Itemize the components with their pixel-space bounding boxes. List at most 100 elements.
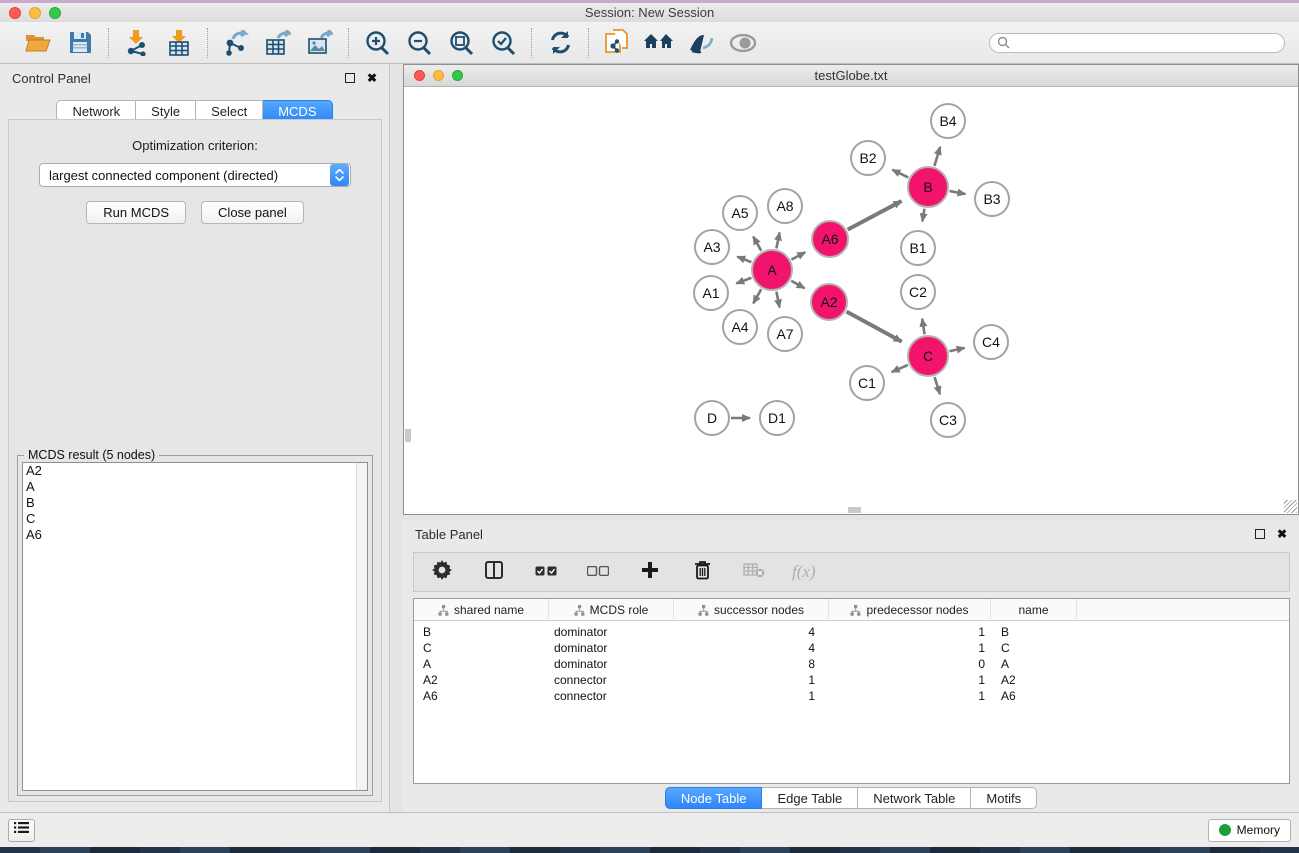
graph-node-A1[interactable]: A1 xyxy=(693,275,729,311)
edge-C-C2[interactable] xyxy=(922,319,924,335)
table-cell[interactable]: connector xyxy=(549,672,674,688)
graph-node-C1[interactable]: C1 xyxy=(849,365,885,401)
minimize-window-button[interactable] xyxy=(29,7,41,19)
result-item[interactable]: C xyxy=(23,511,367,527)
table-cell[interactable]: dominator xyxy=(549,640,674,656)
table-cell[interactable]: 1 xyxy=(674,688,829,704)
select-all-button[interactable] xyxy=(532,558,560,586)
edge-A-A8[interactable] xyxy=(776,232,779,248)
edge-C-C3[interactable] xyxy=(935,377,940,394)
horizontal-scroll-thumb[interactable] xyxy=(848,507,861,513)
graph-node-B2[interactable]: B2 xyxy=(850,140,886,176)
table-cell[interactable]: 1 xyxy=(829,640,991,656)
table-cell[interactable]: connector xyxy=(549,688,674,704)
table-cell[interactable]: A6 xyxy=(414,688,549,704)
result-item[interactable]: A6 xyxy=(23,527,367,543)
graph-node-C3[interactable]: C3 xyxy=(930,402,966,438)
edge-A-A5[interactable] xyxy=(753,237,761,251)
table-cell[interactable]: B xyxy=(414,624,549,640)
tab-node-table[interactable]: Node Table xyxy=(665,787,763,809)
mcds-result-list[interactable]: A2ABCA6 xyxy=(22,462,368,791)
optimization-criterion-select[interactable]: largest connected component (directed) xyxy=(39,163,351,187)
graph-node-B4[interactable]: B4 xyxy=(930,103,966,139)
graph-node-A3[interactable]: A3 xyxy=(694,229,730,265)
graph-node-A[interactable]: A xyxy=(751,249,793,291)
result-item[interactable]: A xyxy=(23,479,367,495)
graph-node-A8[interactable]: A8 xyxy=(767,188,803,224)
export-image-button[interactable] xyxy=(306,29,334,57)
export-table-button[interactable] xyxy=(264,29,292,57)
zoom-selected-button[interactable] xyxy=(489,29,517,57)
apply-style-button[interactable] xyxy=(546,29,574,57)
table-cell[interactable]: 1 xyxy=(674,672,829,688)
edge-A6-B[interactable] xyxy=(848,201,902,230)
table-cell[interactable]: C xyxy=(414,640,549,656)
float-table-panel-icon[interactable] xyxy=(1255,529,1265,539)
column-header-shared-name[interactable]: shared name xyxy=(414,599,549,621)
zoom-window-button[interactable] xyxy=(49,7,61,19)
table-cell[interactable]: A2 xyxy=(414,672,549,688)
delete-table-button[interactable] xyxy=(740,558,768,586)
table-cell[interactable]: dominator xyxy=(549,656,674,672)
graph-node-A2[interactable]: A2 xyxy=(810,283,848,321)
edge-A-A6[interactable] xyxy=(791,252,805,259)
column-header-predecessor-nodes[interactable]: predecessor nodes xyxy=(829,599,991,621)
show-hide-graphics-button[interactable] xyxy=(729,29,757,57)
search-input[interactable] xyxy=(1014,36,1277,50)
column-settings-button[interactable] xyxy=(480,558,508,586)
table-cell[interactable]: 1 xyxy=(829,672,991,688)
close-panel-button[interactable]: Close panel xyxy=(201,201,304,224)
table-row[interactable]: A2connector11A2 xyxy=(414,672,1289,688)
graph-node-A6[interactable]: A6 xyxy=(811,220,849,258)
network-canvas[interactable]: B4B2BB3A5A8A6A3B1AA1C2A2A4A7C4CC1C3DD1 xyxy=(404,87,1298,514)
table-row[interactable]: A6connector11A6 xyxy=(414,688,1289,704)
edge-A-A7[interactable] xyxy=(776,292,779,308)
graph-node-B[interactable]: B xyxy=(907,166,949,208)
run-mcds-button[interactable]: Run MCDS xyxy=(86,201,186,224)
clone-network-button[interactable] xyxy=(603,29,631,57)
network-close-button[interactable] xyxy=(414,70,425,81)
table-cell[interactable]: 1 xyxy=(829,624,991,640)
import-table-button[interactable] xyxy=(165,29,193,57)
float-panel-icon[interactable] xyxy=(345,73,355,83)
column-header-successor-nodes[interactable]: successor nodes xyxy=(674,599,829,621)
column-header-MCDS-role[interactable]: MCDS role xyxy=(549,599,674,621)
edge-A-A2[interactable] xyxy=(791,281,804,289)
save-session-button[interactable] xyxy=(66,29,94,57)
table-row[interactable]: Cdominator41C xyxy=(414,640,1289,656)
task-history-button[interactable] xyxy=(8,819,35,842)
table-cell[interactable]: C xyxy=(991,640,1077,656)
graph-node-C4[interactable]: C4 xyxy=(973,324,1009,360)
edge-A-A3[interactable] xyxy=(737,257,751,262)
result-item[interactable]: A2 xyxy=(23,463,367,479)
table-cell[interactable]: A xyxy=(414,656,549,672)
table-cell[interactable]: dominator xyxy=(549,624,674,640)
table-cell[interactable]: 1 xyxy=(829,688,991,704)
edge-C-C1[interactable] xyxy=(892,365,908,372)
create-column-button[interactable] xyxy=(636,558,664,586)
search-field[interactable] xyxy=(989,33,1285,53)
table-cell[interactable]: B xyxy=(991,624,1077,640)
table-settings-button[interactable] xyxy=(428,558,456,586)
zoom-in-button[interactable] xyxy=(363,29,391,57)
close-window-button[interactable] xyxy=(9,7,21,19)
delete-column-button[interactable] xyxy=(688,558,716,586)
table-row[interactable]: Bdominator41B xyxy=(414,621,1289,640)
unselect-all-button[interactable] xyxy=(584,558,612,586)
table-cell[interactable]: 4 xyxy=(674,640,829,656)
edge-A-A4[interactable] xyxy=(753,289,761,303)
edge-B-B3[interactable] xyxy=(950,191,966,194)
tab-motifs[interactable]: Motifs xyxy=(971,787,1037,809)
table-row[interactable]: Adominator80A xyxy=(414,656,1289,672)
tab-network-table[interactable]: Network Table xyxy=(858,787,971,809)
edge-B-B2[interactable] xyxy=(892,170,908,178)
edge-A-A1[interactable] xyxy=(736,278,751,284)
zoom-out-button[interactable] xyxy=(405,29,433,57)
close-table-panel-icon[interactable]: ✖ xyxy=(1277,529,1287,539)
function-builder-button[interactable]: f(x) xyxy=(792,562,816,582)
graph-node-B3[interactable]: B3 xyxy=(974,181,1010,217)
column-header-name[interactable]: name xyxy=(991,599,1077,621)
edge-A2-C[interactable] xyxy=(847,312,902,342)
memory-button[interactable]: Memory xyxy=(1208,819,1291,842)
network-zoom-button[interactable] xyxy=(452,70,463,81)
